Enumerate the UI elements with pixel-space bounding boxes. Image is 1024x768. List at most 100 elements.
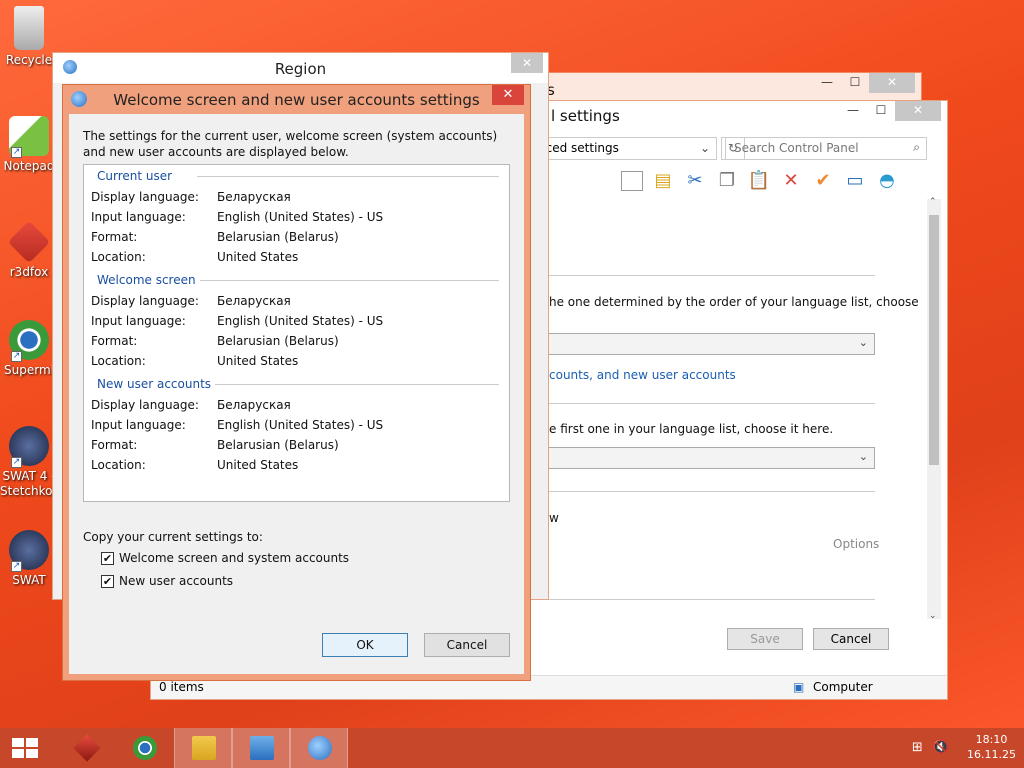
row-key: Format: bbox=[91, 438, 138, 452]
row-value: Беларуская bbox=[217, 294, 291, 308]
list-item: Input language: English (United States) -… bbox=[91, 418, 383, 432]
row-key: Format: bbox=[91, 334, 138, 348]
check-icon[interactable]: ✔ bbox=[811, 169, 835, 193]
checkbox-label[interactable]: New user accounts bbox=[119, 574, 233, 588]
dialog-title: Welcome screen and new user accounts set… bbox=[113, 91, 480, 109]
checkbox-label[interactable]: Welcome screen and system accounts bbox=[119, 551, 349, 565]
close-button[interactable]: ✕ bbox=[895, 101, 941, 121]
shell-icon[interactable]: ◓ bbox=[875, 169, 899, 193]
search-input[interactable]: Search Control Panel ⌕ bbox=[725, 137, 927, 160]
taskbar: ⊞ 🔇 18:10 16.11.25 bbox=[0, 728, 1024, 768]
file-explorer-icon bbox=[192, 736, 216, 760]
save-button[interactable]: Save bbox=[727, 628, 803, 650]
paste-icon[interactable]: 📋 bbox=[747, 169, 771, 193]
search-icon[interactable]: ⌕ bbox=[913, 140, 920, 155]
new-user-accounts-checkbox[interactable]: ✔ New user accounts bbox=[101, 574, 233, 588]
row-key: Location: bbox=[91, 354, 146, 368]
row-key: Location: bbox=[91, 250, 146, 264]
row-value: Belarusian (Belarus) bbox=[217, 334, 339, 348]
minimize-button[interactable]: — bbox=[813, 73, 841, 93]
cancel-button[interactable]: Cancel bbox=[424, 633, 510, 657]
chevron-up-icon[interactable]: ⌃ bbox=[929, 197, 937, 207]
row-value: United States bbox=[217, 458, 299, 472]
list-item: Input language: English (United States) -… bbox=[91, 314, 383, 328]
row-key: Display language: bbox=[91, 294, 199, 308]
cut-icon[interactable]: ✂ bbox=[683, 169, 707, 193]
group-title-welcome-screen: Welcome screen bbox=[97, 273, 200, 287]
list-item: Format: Belarusian (Belarus) bbox=[91, 230, 339, 244]
desktop-icon-notepad[interactable]: ↗ Notepad bbox=[0, 116, 58, 174]
layout-icon[interactable] bbox=[621, 171, 643, 191]
rename-icon[interactable]: ▭ bbox=[843, 169, 867, 193]
clock-time: 18:10 bbox=[975, 733, 1008, 746]
start-button[interactable] bbox=[0, 728, 58, 768]
row-value: United States bbox=[217, 250, 299, 264]
row-value: United States bbox=[217, 354, 299, 368]
intro-text: The settings for the current user, welco… bbox=[83, 129, 498, 159]
clock[interactable]: 18:10 16.11.25 bbox=[967, 732, 1016, 762]
row-value: Belarusian (Belarus) bbox=[217, 438, 339, 452]
divider bbox=[547, 403, 875, 404]
ok-button[interactable]: OK bbox=[322, 633, 408, 657]
desktop-icon-supermium[interactable]: ↗ Supermi bbox=[0, 320, 58, 378]
window-title: Region bbox=[274, 60, 327, 78]
notepad-icon: ↗ bbox=[9, 116, 49, 158]
window-title: l settings bbox=[551, 107, 620, 125]
cancel-button[interactable]: Cancel bbox=[813, 628, 889, 650]
address-bar[interactable]: nced settings ⌄ bbox=[531, 137, 717, 160]
swat-icon: ↗ bbox=[9, 426, 49, 468]
minimize-button[interactable]: — bbox=[839, 101, 867, 121]
display-language-select[interactable]: ⌄ bbox=[547, 333, 875, 355]
r3dfox-icon bbox=[7, 220, 51, 264]
row-key: Input language: bbox=[91, 210, 186, 224]
desktop-icon-recycle[interactable]: Recycle bbox=[0, 6, 58, 68]
checkbox-check-icon[interactable]: ✔ bbox=[101, 574, 114, 588]
divider bbox=[547, 275, 875, 276]
list-item: Display language: Беларуская bbox=[91, 190, 291, 204]
shortcut-arrow-icon: ↗ bbox=[11, 351, 22, 362]
properties-icon[interactable]: ▤ bbox=[651, 169, 675, 193]
close-button[interactable]: ✕ bbox=[869, 73, 915, 93]
region-icon bbox=[308, 736, 332, 760]
volume-muted-icon[interactable]: 🔇 bbox=[933, 740, 949, 755]
chevron-down-icon[interactable]: ⌄ bbox=[929, 611, 937, 621]
desktop-icon-swat[interactable]: ↗ SWAT bbox=[0, 530, 58, 588]
search-placeholder: Search Control Panel bbox=[734, 141, 859, 155]
scrollbar-thumb[interactable] bbox=[929, 215, 939, 465]
taskbar-item-browser[interactable] bbox=[116, 728, 174, 768]
clock-date: 16.11.25 bbox=[967, 748, 1016, 761]
shortcut-arrow-icon: ↗ bbox=[11, 147, 22, 158]
network-icon[interactable]: ⊞ bbox=[912, 740, 923, 755]
copy-icon[interactable]: ❐ bbox=[715, 169, 739, 193]
maximize-button[interactable]: ☐ bbox=[841, 73, 869, 93]
list-item: Format: Belarusian (Belarus) bbox=[91, 438, 339, 452]
chevron-down-icon[interactable]: ⌄ bbox=[700, 141, 710, 155]
divider bbox=[547, 599, 875, 600]
close-button[interactable]: ✕ bbox=[492, 85, 524, 105]
desktop-icon-r3dfox[interactable]: r3dfox bbox=[0, 220, 58, 280]
input-method-select[interactable]: ⌄ bbox=[547, 447, 875, 469]
close-button[interactable]: ✕ bbox=[511, 53, 543, 73]
taskbar-item-r3dfox[interactable] bbox=[58, 728, 116, 768]
list-item: Location: United States bbox=[91, 354, 298, 368]
divider bbox=[197, 176, 499, 177]
delete-icon[interactable]: ✕ bbox=[779, 169, 803, 193]
system-tray: ⊞ 🔇 18:10 16.11.25 bbox=[912, 732, 1016, 762]
scrollbar[interactable]: ⌃ ⌄ bbox=[927, 197, 941, 621]
address-text: nced settings bbox=[538, 141, 619, 155]
toolbar: ▤ ✂ ❐ 📋 ✕ ✔ ▭ ◓ bbox=[621, 169, 899, 193]
maximize-button[interactable]: ☐ bbox=[867, 101, 895, 121]
welcome-screen-checkbox[interactable]: ✔ Welcome screen and system accounts bbox=[101, 551, 349, 565]
browser-icon: ↗ bbox=[9, 320, 49, 362]
desktop-icon-label-line2: Stetchkov bbox=[0, 484, 58, 498]
options-link[interactable]: Options bbox=[833, 537, 879, 551]
apply-settings-link[interactable]: counts, and new user accounts bbox=[549, 368, 736, 382]
desktop-icon-swat4-stetchkov[interactable]: ↗ SWAT 4 - Stetchkov bbox=[0, 426, 58, 499]
taskbar-item-file-explorer[interactable] bbox=[174, 728, 232, 768]
taskbar-item-region[interactable] bbox=[290, 728, 348, 768]
list-item: Format: Belarusian (Belarus) bbox=[91, 334, 339, 348]
browser-icon bbox=[133, 736, 157, 760]
divider bbox=[197, 384, 499, 385]
checkbox-check-icon[interactable]: ✔ bbox=[101, 551, 114, 565]
taskbar-item-control-panel[interactable] bbox=[232, 728, 290, 768]
